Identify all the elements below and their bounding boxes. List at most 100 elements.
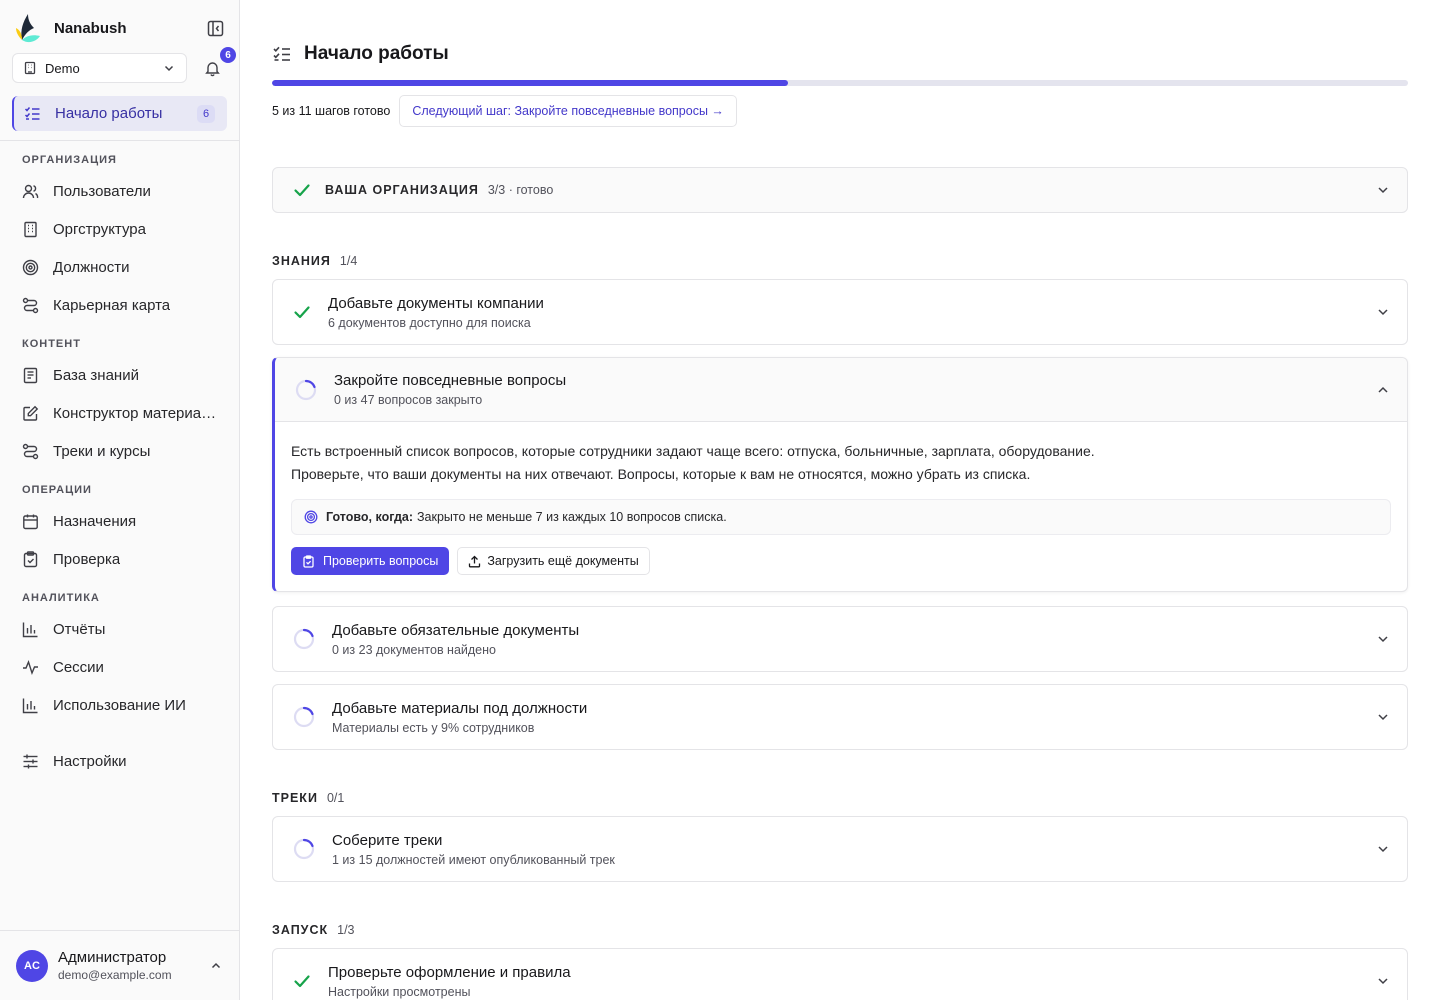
button-label: Проверить вопросы	[323, 554, 439, 568]
step-card-role-materials[interactable]: Добавьте материалы под должности Материа…	[272, 684, 1408, 750]
sidebar-item-career-map[interactable]: Карьерная карта	[0, 286, 239, 324]
sidebar-item-users[interactable]: Пользователи	[0, 172, 239, 210]
users-icon	[22, 184, 39, 198]
step-card-header[interactable]: Закройте повседневные вопросы 0 из 47 во…	[275, 358, 1407, 422]
sidebar-item-label: Оргструктура	[53, 220, 146, 238]
clipboard-check-icon	[303, 554, 314, 568]
sidebar-item-label: Конструктор материалов	[53, 404, 219, 422]
description-line: Есть встроенный список вопросов, которые…	[291, 443, 1095, 459]
notifications-badge: 6	[220, 47, 236, 63]
sidebar-item-org-structure[interactable]: Оргструктура	[0, 210, 239, 248]
section-title-operations: ОПЕРАЦИИ	[22, 484, 92, 496]
brand-name: Nanabush	[54, 19, 127, 37]
book-icon	[23, 367, 38, 383]
progress-ring-icon	[293, 838, 315, 860]
step-card-branding-rules[interactable]: Проверьте оформление и правила Настройки…	[272, 948, 1408, 1000]
onboarding-progress-bar	[272, 80, 1408, 86]
step-subtitle: 0 из 23 документов найдено	[332, 642, 496, 657]
group-tracks: ТРЕКИ 0/1	[272, 791, 1408, 807]
collapse-sidebar-button[interactable]	[205, 18, 225, 38]
bar-chart-icon	[22, 622, 38, 637]
brand: Nanabush	[0, 0, 239, 56]
chevron-down-icon	[164, 65, 174, 72]
org-section-status: 3/3 · готово	[487, 183, 554, 197]
sidebar-item-reports[interactable]: Отчёты	[0, 610, 239, 648]
target-icon	[22, 259, 39, 275]
building-icon	[24, 61, 36, 75]
done-when-box: Готово, когда: Закрыто не меньше 7 из ка…	[291, 499, 1391, 535]
step-card-build-tracks[interactable]: Соберите треки 1 из 15 должностей имеют …	[272, 816, 1408, 882]
progress-fill	[272, 80, 789, 86]
upload-icon	[469, 555, 481, 567]
sidebar-item-sessions[interactable]: Сессии	[0, 648, 239, 686]
next-step-button[interactable]: Следующий шаг: Закройте повседневные воп…	[399, 95, 737, 127]
step-subtitle: 6 документов доступно для поиска	[328, 315, 531, 330]
description-line: Проверьте, что ваши документы на них отв…	[291, 466, 1031, 482]
sidebar-item-label: Карьерная карта	[53, 296, 171, 314]
sidebar-item-assignments[interactable]: Назначения	[0, 502, 239, 540]
group-count: 1/4	[339, 254, 358, 268]
step-card-company-docs[interactable]: Добавьте документы компании 6 документов…	[272, 279, 1408, 345]
sidebar-item-knowledge-base[interactable]: База знаний	[0, 356, 239, 394]
user-menu[interactable]: AC Администратор demo@example.com	[0, 930, 239, 1000]
section-title-analytics: АНАЛИТИКА	[22, 592, 100, 604]
chevron-down-icon	[1378, 636, 1388, 643]
target-icon	[304, 510, 318, 524]
chevron-up-icon	[1378, 386, 1388, 393]
group-title: ЗНАНИЯ	[272, 254, 331, 268]
edit-icon	[23, 405, 39, 421]
progress-ring-icon	[293, 628, 315, 650]
step-title: Добавьте обязательные документы	[332, 621, 580, 639]
sidebar-item-review[interactable]: Проверка	[0, 540, 239, 578]
sliders-icon	[23, 754, 38, 768]
step-title: Добавьте материалы под должности	[332, 699, 588, 717]
route-icon	[22, 297, 39, 313]
chevron-up-icon	[211, 962, 221, 968]
group-title: ЗАПУСК	[272, 923, 329, 937]
bar-chart-icon	[22, 698, 38, 713]
step-title: Соберите треки	[332, 831, 443, 849]
sidebar-item-getting-started[interactable]: Начало работы 6	[12, 96, 227, 131]
upload-more-docs-button[interactable]: Загрузить ещё документы	[457, 547, 650, 575]
sidebar-item-label: Проверка	[53, 550, 121, 568]
sidebar-item-label: Начало работы	[55, 105, 163, 122]
done-when-text: Закрыто не меньше 7 из каждых 10 вопросо…	[417, 510, 727, 524]
page-title: Начало работы	[304, 43, 449, 64]
button-label: Загрузить ещё документы	[487, 554, 639, 568]
step-card-required-docs[interactable]: Добавьте обязательные документы 0 из 23 …	[272, 606, 1408, 672]
workspace-select[interactable]: Demo	[12, 53, 187, 83]
sidebar-item-settings[interactable]: Настройки	[0, 742, 239, 780]
step-description: Есть встроенный список вопросов, которые…	[291, 440, 1391, 486]
progress-ring-icon	[293, 706, 315, 728]
chevron-down-icon	[1378, 309, 1388, 316]
chevron-down-icon	[1378, 846, 1388, 853]
step-title: Добавьте документы компании	[328, 294, 544, 312]
notifications-button[interactable]: 6	[200, 47, 236, 80]
step-subtitle: Настройки просмотрены	[328, 984, 471, 999]
sidebar-item-ai-usage[interactable]: Использование ИИ	[0, 686, 239, 724]
group-count: 1/3	[337, 923, 355, 937]
step-title: Закройте повседневные вопросы	[334, 372, 567, 389]
sidebar-item-label: Должности	[53, 258, 130, 276]
org-section-card[interactable]: ВАША ОРГАНИЗАЦИЯ 3/3 · готово	[272, 167, 1408, 213]
done-when-label: Готово, когда:	[326, 510, 413, 524]
step-subtitle: 1 из 15 должностей имеют опубликованный …	[332, 852, 615, 867]
sidebar: Nanabush Demo 6 Начало работы 6 ОРГАНИЗА…	[0, 0, 240, 1000]
progress-ring-icon	[295, 379, 317, 400]
check-icon	[294, 306, 310, 319]
sidebar-item-tracks-courses[interactable]: Треки и курсы	[0, 432, 239, 470]
group-launch: ЗАПУСК 1/3	[272, 923, 1408, 939]
step-card-daily-questions: Закройте повседневные вопросы 0 из 47 во…	[272, 357, 1408, 592]
sidebar-item-positions[interactable]: Должности	[0, 248, 239, 286]
group-knowledge: ЗНАНИЯ 1/4	[272, 254, 1408, 270]
sidebar-item-material-builder[interactable]: Конструктор материалов	[0, 394, 239, 432]
section-title-content: КОНТЕНТ	[22, 338, 81, 350]
sidebar-item-label: Сессии	[53, 658, 104, 676]
sidebar-item-label: Назначения	[53, 512, 137, 530]
sidebar-collapse-icon	[207, 20, 223, 36]
check-questions-button[interactable]: Проверить вопросы	[291, 547, 450, 575]
user-name: Администратор	[58, 949, 167, 966]
sidebar-item-count: 6	[197, 104, 215, 123]
sidebar-item-label: Пользователи	[53, 182, 151, 200]
sidebar-item-label: Отчёты	[53, 620, 106, 638]
